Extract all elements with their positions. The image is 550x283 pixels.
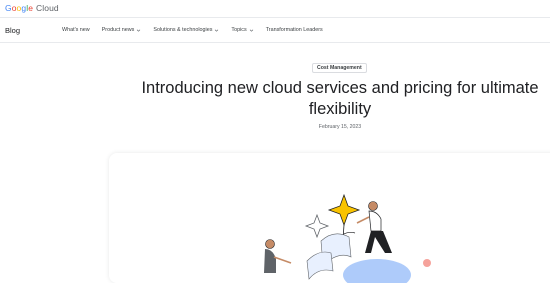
nav-item-whats-new[interactable]: What's new — [62, 27, 90, 33]
chevron-down-icon — [215, 29, 219, 32]
nav-item-topics[interactable]: Topics — [231, 27, 253, 33]
nav-item-product-news[interactable]: Product news — [102, 27, 142, 33]
publish-date: February 15, 2023 — [318, 124, 362, 130]
article-title: Introducing new cloud services and prici… — [141, 79, 539, 118]
nav-item-label: Topics — [231, 27, 247, 33]
category-tag[interactable]: Cost Management — [312, 63, 367, 73]
nav-item-transformation-leaders[interactable]: Transformation Leaders — [266, 27, 323, 33]
sparkle-icon — [304, 213, 330, 239]
google-wordmark: Google — [5, 3, 34, 13]
cloud-wordmark: Cloud — [36, 3, 59, 13]
chevron-down-icon — [249, 29, 253, 32]
chevron-down-icon — [137, 29, 141, 32]
nav-item-label: What's new — [62, 27, 90, 33]
blog-home-link[interactable]: Blog — [5, 26, 20, 35]
person-head — [368, 201, 378, 211]
nav-item-label: Transformation Leaders — [265, 27, 323, 33]
top-bar: Google Cloud — [0, 0, 550, 16]
blog-nav: Blog What's new Product news Solutions &… — [0, 17, 550, 43]
google-cloud-logo[interactable]: Google Cloud — [5, 3, 59, 13]
nav-item-label: Solutions & technologies — [153, 27, 213, 33]
nav-item-label: Product news — [101, 27, 135, 33]
star-icon — [327, 193, 361, 227]
nav-item-solutions-technologies[interactable]: Solutions & technologies — [153, 27, 219, 33]
nav-items: What's new Product news Solutions & tech… — [62, 27, 335, 33]
blob-shape — [343, 259, 411, 283]
